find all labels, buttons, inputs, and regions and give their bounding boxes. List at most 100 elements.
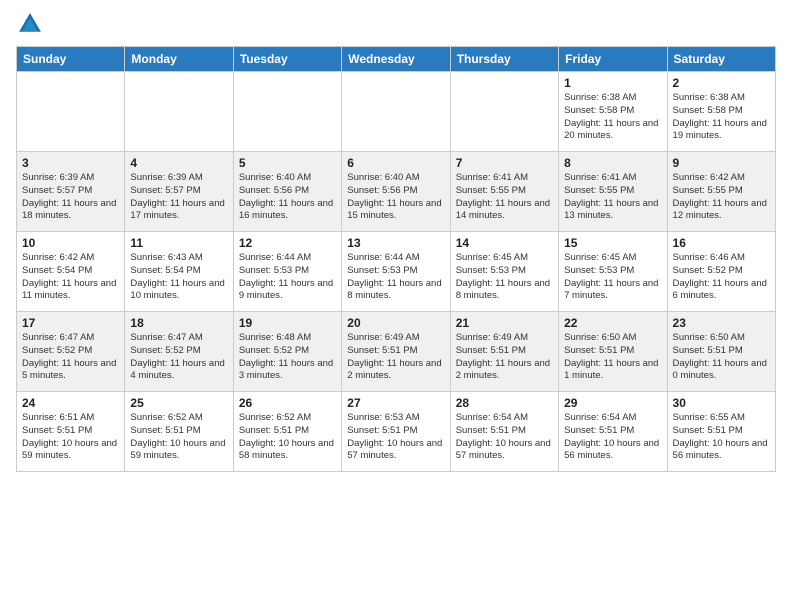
cell-content-day-30: 30 Sunrise: 6:55 AM Sunset: 5:51 PM Dayli…: [673, 396, 770, 463]
calendar-cell: 7 Sunrise: 6:41 AM Sunset: 5:55 PM Daylig…: [450, 152, 558, 232]
day-number: 3: [22, 156, 119, 170]
day-info: Sunrise: 6:50 AM Sunset: 5:51 PM Dayligh…: [673, 332, 770, 383]
day-number: 23: [673, 316, 770, 330]
week-row-4: 17Sunrise: 6:47 AM Sunset: 5:52 PM Dayli…: [17, 312, 776, 392]
cell-content-day-13: 13Sunrise: 6:44 AM Sunset: 5:53 PM Dayli…: [347, 236, 444, 303]
day-info: Sunrise: 6:54 AM Sunset: 5:51 PM Dayligh…: [456, 412, 553, 463]
calendar-cell: 3 Sunrise: 6:39 AM Sunset: 5:57 PM Daylig…: [17, 152, 125, 232]
day-number: 29: [564, 396, 661, 410]
cell-content-day-9: 9 Sunrise: 6:42 AM Sunset: 5:55 PM Daylig…: [673, 156, 770, 223]
day-info: Sunrise: 6:44 AM Sunset: 5:53 PM Dayligh…: [239, 252, 336, 303]
day-info: Sunrise: 6:42 AM Sunset: 5:54 PM Dayligh…: [22, 252, 119, 303]
calendar-cell: 14 Sunrise: 6:45 AM Sunset: 5:53 PM Dayli…: [450, 232, 558, 312]
day-info: Sunrise: 6:52 AM Sunset: 5:51 PM Dayligh…: [130, 412, 227, 463]
day-number: 4: [130, 156, 227, 170]
day-info: Sunrise: 6:55 AM Sunset: 5:51 PM Dayligh…: [673, 412, 770, 463]
day-info: Sunrise: 6:53 AM Sunset: 5:51 PM Dayligh…: [347, 412, 444, 463]
day-number: 18: [130, 316, 227, 330]
calendar-cell: 9 Sunrise: 6:42 AM Sunset: 5:55 PM Daylig…: [667, 152, 775, 232]
calendar-cell: [17, 72, 125, 152]
calendar-table: SundayMondayTuesdayWednesdayThursdayFrid…: [16, 46, 776, 472]
calendar-cell: 19Sunrise: 6:48 AM Sunset: 5:52 PM Dayli…: [233, 312, 341, 392]
calendar-cell: 26 Sunrise: 6:52 AM Sunset: 5:51 PM Dayli…: [233, 392, 341, 472]
calendar-cell: 12 Sunrise: 6:44 AM Sunset: 5:53 PM Dayli…: [233, 232, 341, 312]
cell-content-day-15: 15 Sunrise: 6:45 AM Sunset: 5:53 PM Dayli…: [564, 236, 661, 303]
calendar-cell: 22Sunrise: 6:50 AM Sunset: 5:51 PM Dayli…: [559, 312, 667, 392]
day-info: Sunrise: 6:49 AM Sunset: 5:51 PM Dayligh…: [347, 332, 444, 383]
day-number: 26: [239, 396, 336, 410]
day-number: 6: [347, 156, 444, 170]
day-number: 25: [130, 396, 227, 410]
day-info: Sunrise: 6:42 AM Sunset: 5:55 PM Dayligh…: [673, 172, 770, 223]
day-number: 5: [239, 156, 336, 170]
day-info: Sunrise: 6:40 AM Sunset: 5:56 PM Dayligh…: [347, 172, 444, 223]
day-number: 14: [456, 236, 553, 250]
calendar-cell: [450, 72, 558, 152]
calendar-cell: 2Sunrise: 6:38 AM Sunset: 5:58 PM Daylig…: [667, 72, 775, 152]
day-number: 10: [22, 236, 119, 250]
day-info: Sunrise: 6:40 AM Sunset: 5:56 PM Dayligh…: [239, 172, 336, 223]
day-info: Sunrise: 6:46 AM Sunset: 5:52 PM Dayligh…: [673, 252, 770, 303]
cell-content-day-27: 27Sunrise: 6:53 AM Sunset: 5:51 PM Dayli…: [347, 396, 444, 463]
day-info: Sunrise: 6:52 AM Sunset: 5:51 PM Dayligh…: [239, 412, 336, 463]
calendar-cell: [233, 72, 341, 152]
weekday-header-wednesday: Wednesday: [342, 47, 450, 72]
header: [16, 10, 776, 38]
week-row-3: 10 Sunrise: 6:42 AM Sunset: 5:54 PM Dayli…: [17, 232, 776, 312]
calendar-cell: 16 Sunrise: 6:46 AM Sunset: 5:52 PM Dayli…: [667, 232, 775, 312]
cell-content-day-29: 29 Sunrise: 6:54 AM Sunset: 5:51 PM Dayli…: [564, 396, 661, 463]
week-row-5: 24Sunrise: 6:51 AM Sunset: 5:51 PM Dayli…: [17, 392, 776, 472]
weekday-header-tuesday: Tuesday: [233, 47, 341, 72]
cell-content-day-4: 4 Sunrise: 6:39 AM Sunset: 5:57 PM Daylig…: [130, 156, 227, 223]
cell-content-day-8: 8Sunrise: 6:41 AM Sunset: 5:55 PM Daylig…: [564, 156, 661, 223]
day-info: Sunrise: 6:43 AM Sunset: 5:54 PM Dayligh…: [130, 252, 227, 303]
logo-icon: [16, 10, 44, 38]
day-number: 15: [564, 236, 661, 250]
day-number: 12: [239, 236, 336, 250]
day-info: Sunrise: 6:47 AM Sunset: 5:52 PM Dayligh…: [22, 332, 119, 383]
weekday-header-monday: Monday: [125, 47, 233, 72]
day-number: 9: [673, 156, 770, 170]
day-number: 16: [673, 236, 770, 250]
day-number: 11: [130, 236, 227, 250]
calendar-cell: 11 Sunrise: 6:43 AM Sunset: 5:54 PM Dayli…: [125, 232, 233, 312]
cell-content-day-3: 3 Sunrise: 6:39 AM Sunset: 5:57 PM Daylig…: [22, 156, 119, 223]
day-number: 30: [673, 396, 770, 410]
cell-content-day-24: 24Sunrise: 6:51 AM Sunset: 5:51 PM Dayli…: [22, 396, 119, 463]
cell-content-day-17: 17Sunrise: 6:47 AM Sunset: 5:52 PM Dayli…: [22, 316, 119, 383]
cell-content-day-22: 22Sunrise: 6:50 AM Sunset: 5:51 PM Dayli…: [564, 316, 661, 383]
day-info: Sunrise: 6:39 AM Sunset: 5:57 PM Dayligh…: [22, 172, 119, 223]
day-number: 7: [456, 156, 553, 170]
day-info: Sunrise: 6:48 AM Sunset: 5:52 PM Dayligh…: [239, 332, 336, 383]
calendar-cell: 5 Sunrise: 6:40 AM Sunset: 5:56 PM Daylig…: [233, 152, 341, 232]
calendar-cell: 15 Sunrise: 6:45 AM Sunset: 5:53 PM Dayli…: [559, 232, 667, 312]
day-info: Sunrise: 6:45 AM Sunset: 5:53 PM Dayligh…: [564, 252, 661, 303]
calendar-cell: 25 Sunrise: 6:52 AM Sunset: 5:51 PM Dayli…: [125, 392, 233, 472]
day-info: Sunrise: 6:54 AM Sunset: 5:51 PM Dayligh…: [564, 412, 661, 463]
calendar-cell: 13Sunrise: 6:44 AM Sunset: 5:53 PM Dayli…: [342, 232, 450, 312]
logo: [16, 10, 48, 38]
day-number: 28: [456, 396, 553, 410]
cell-content-day-7: 7 Sunrise: 6:41 AM Sunset: 5:55 PM Daylig…: [456, 156, 553, 223]
calendar-cell: 1Sunrise: 6:38 AM Sunset: 5:58 PM Daylig…: [559, 72, 667, 152]
day-info: Sunrise: 6:41 AM Sunset: 5:55 PM Dayligh…: [564, 172, 661, 223]
calendar-cell: 21Sunrise: 6:49 AM Sunset: 5:51 PM Dayli…: [450, 312, 558, 392]
day-number: 22: [564, 316, 661, 330]
day-info: Sunrise: 6:41 AM Sunset: 5:55 PM Dayligh…: [456, 172, 553, 223]
calendar-cell: 10 Sunrise: 6:42 AM Sunset: 5:54 PM Dayli…: [17, 232, 125, 312]
calendar-cell: 27Sunrise: 6:53 AM Sunset: 5:51 PM Dayli…: [342, 392, 450, 472]
day-number: 13: [347, 236, 444, 250]
day-number: 21: [456, 316, 553, 330]
calendar-cell: 30 Sunrise: 6:55 AM Sunset: 5:51 PM Dayli…: [667, 392, 775, 472]
day-info: Sunrise: 6:39 AM Sunset: 5:57 PM Dayligh…: [130, 172, 227, 223]
cell-content-day-28: 28 Sunrise: 6:54 AM Sunset: 5:51 PM Dayli…: [456, 396, 553, 463]
cell-content-day-23: 23 Sunrise: 6:50 AM Sunset: 5:51 PM Dayli…: [673, 316, 770, 383]
calendar-cell: 23 Sunrise: 6:50 AM Sunset: 5:51 PM Dayli…: [667, 312, 775, 392]
calendar-cell: 17Sunrise: 6:47 AM Sunset: 5:52 PM Dayli…: [17, 312, 125, 392]
day-info: Sunrise: 6:38 AM Sunset: 5:58 PM Dayligh…: [564, 92, 661, 143]
day-info: Sunrise: 6:51 AM Sunset: 5:51 PM Dayligh…: [22, 412, 119, 463]
cell-content-day-10: 10 Sunrise: 6:42 AM Sunset: 5:54 PM Dayli…: [22, 236, 119, 303]
calendar-cell: [125, 72, 233, 152]
day-number: 20: [347, 316, 444, 330]
day-info: Sunrise: 6:45 AM Sunset: 5:53 PM Dayligh…: [456, 252, 553, 303]
